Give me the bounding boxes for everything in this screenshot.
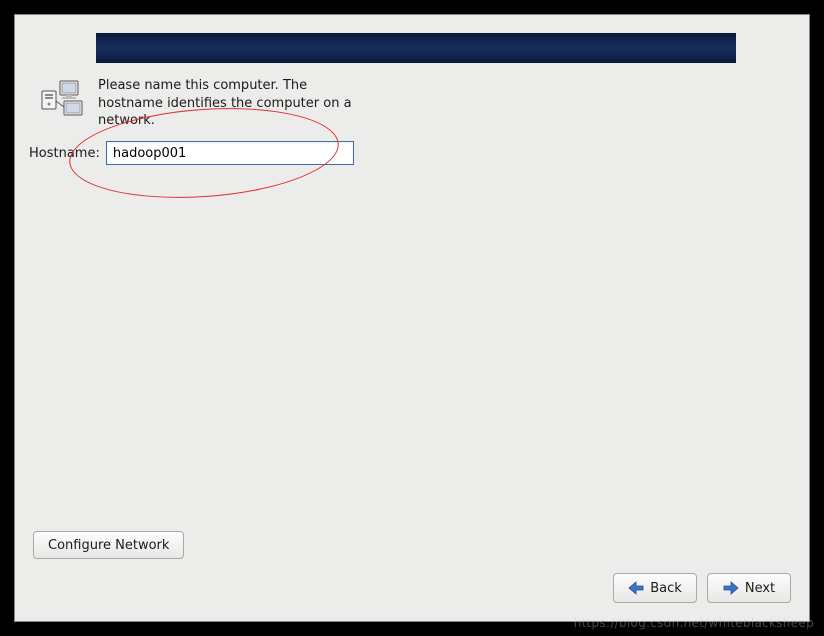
hostname-row: Hostname: [29, 141, 354, 165]
back-button[interactable]: Back [613, 573, 697, 603]
hostname-label: Hostname: [29, 146, 100, 161]
computer-network-icon [40, 77, 84, 117]
hostname-input[interactable] [106, 141, 354, 165]
installer-window: Please name this computer. The hostname … [14, 14, 810, 622]
next-button[interactable]: Next [707, 573, 791, 603]
next-button-label: Next [745, 581, 775, 596]
header-banner [96, 33, 736, 63]
arrow-right-icon [723, 581, 739, 595]
intro-text: Please name this computer. The hostname … [98, 77, 358, 130]
nav-button-row: Back Next [613, 573, 791, 603]
intro-section: Please name this computer. The hostname … [40, 77, 358, 130]
arrow-left-icon [628, 581, 644, 595]
back-button-label: Back [650, 581, 682, 596]
configure-network-button[interactable]: Configure Network [33, 531, 184, 559]
